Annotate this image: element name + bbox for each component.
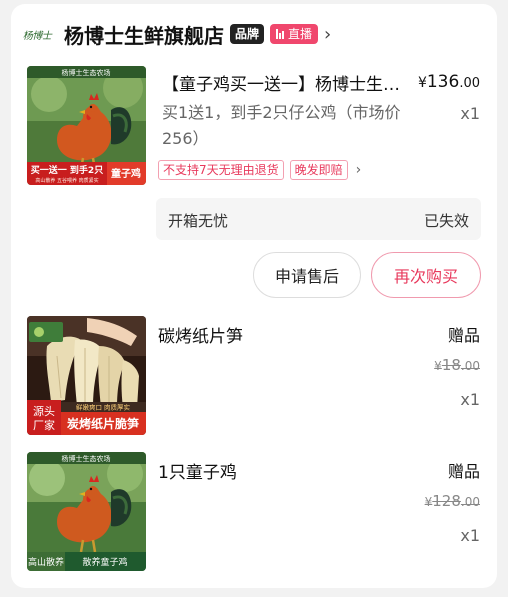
gift-title[interactable]: 碳烤纸片笋 (158, 322, 243, 347)
gift-quantity: x1 (460, 526, 480, 545)
tag-no-return: 不支持7天无理由退货 (158, 160, 284, 180)
thumb-caption-text: 散养童子鸡 (82, 556, 127, 568)
service-tags[interactable]: 不支持7天无理由退货 晚发即赔 › (158, 160, 361, 180)
live-bars-icon (276, 29, 285, 39)
thumb-corner-line1: 源头 (33, 404, 55, 418)
thumb-corner-text: 高山散养 (28, 556, 64, 568)
service-status: 已失效 (423, 212, 469, 230)
store-logo: 杨博士 (22, 30, 52, 42)
gift-thumbnail[interactable]: 杨博士生态农场 高山散养 散养童子鸡 (27, 452, 146, 571)
store-header[interactable]: 杨博士 杨博士生鲜旗舰店 品牌 直播 › (18, 20, 331, 48)
rooster-image: 杨博士生态农场 买一送一 到手2只 高山散养 五谷喂养 肉质紧实 童子鸡 (27, 66, 146, 185)
gift-title[interactable]: 1只童子鸡 (158, 458, 237, 483)
thumb-label-text: 童子鸡 (111, 167, 141, 180)
gift-quantity: x1 (460, 390, 480, 409)
gift-thumbnail[interactable]: 鲜嫩爽口 肉质厚实 源头 厂家 炭烤纸片脆笋 (27, 316, 146, 435)
store-name[interactable]: 杨博士生鲜旗舰店 (64, 20, 224, 49)
thumb-corner-line2: 厂家 (33, 418, 55, 432)
gift-label: 赠品 (447, 326, 480, 345)
chevron-right-icon[interactable]: › (356, 162, 362, 178)
gift-original-price: ¥18.00 (434, 356, 480, 374)
product-price: ¥136.00 (417, 72, 480, 92)
thumb-promo-subtext: 高山散养 五谷喂养 肉质紧实 (35, 177, 98, 184)
product-quantity: x1 (460, 104, 480, 123)
after-sale-button[interactable]: 申请售后 (253, 252, 361, 298)
product-thumbnail[interactable]: 杨博士生态农场 买一送一 到手2只 高山散养 五谷喂养 肉质紧实 童子鸡 (27, 66, 146, 185)
product-spec: 买1送1，到手2只仔公鸡（市场价256） (162, 103, 401, 148)
gift-original-price: ¥128.00 (424, 492, 480, 510)
thumb-banner-text: 杨博士生态农场 (62, 454, 111, 463)
live-badge[interactable]: 直播 (270, 24, 319, 44)
rebuy-button[interactable]: 再次购买 (371, 252, 481, 298)
gift-label: 赠品 (447, 462, 480, 481)
brand-badge: 品牌 (230, 24, 265, 44)
chevron-right-icon[interactable]: › (324, 24, 331, 45)
thumb-caption-top-text: 鲜嫩爽口 肉质厚实 (76, 403, 131, 412)
product-title[interactable]: 【童子鸡买一送一】杨博士生态农场散养童子鸡 (162, 70, 402, 95)
thumb-banner-text: 杨博士生态农场 (62, 68, 111, 77)
thumb-promo-text: 买一送一 到手2只 (31, 164, 103, 176)
tag-late-compensation: 晚发即赔 (289, 160, 348, 180)
service-name: 开箱无忧 (168, 212, 229, 230)
bamboo-shoots-image: 鲜嫩爽口 肉质厚实 源头 厂家 炭烤纸片脆笋 (27, 316, 146, 435)
live-badge-label: 直播 (288, 27, 313, 41)
rooster-image: 杨博士生态农场 高山散养 散养童子鸡 (27, 452, 146, 571)
unboxing-service: 开箱无忧 已失效 (156, 198, 481, 240)
thumb-caption-text: 炭烤纸片脆笋 (67, 416, 139, 431)
